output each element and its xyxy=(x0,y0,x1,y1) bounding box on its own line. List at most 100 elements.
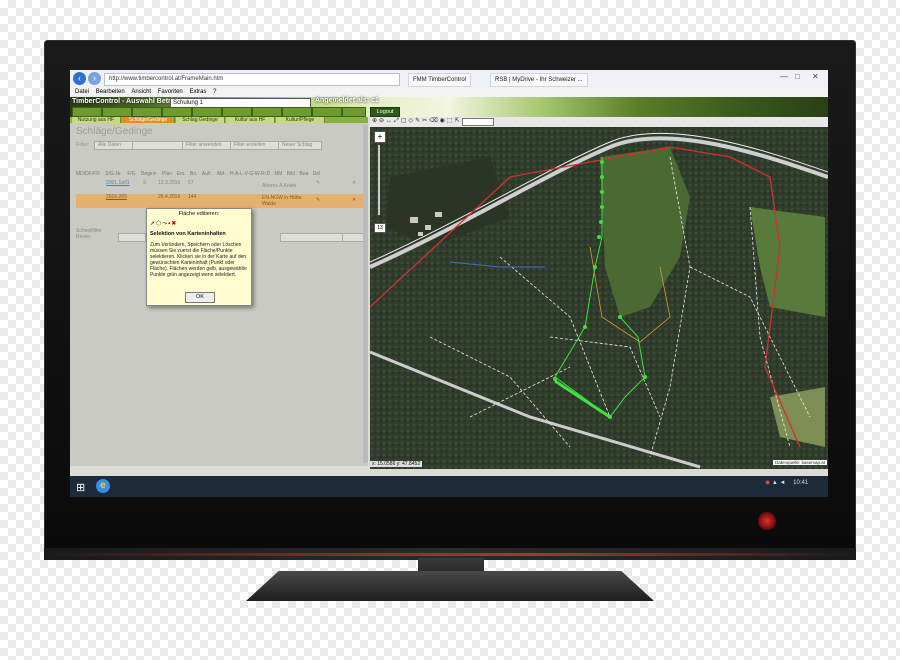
nav-tab-3[interactable] xyxy=(132,107,162,117)
quick-filter-button[interactable] xyxy=(342,233,364,242)
nav-tab-6[interactable] xyxy=(222,107,252,117)
layer-select[interactable] xyxy=(462,118,494,126)
row-date: 13.3.2016 xyxy=(158,180,181,186)
row-id[interactable]: 2001.1a01 xyxy=(106,180,130,186)
internet-explorer-icon[interactable]: e xyxy=(96,479,110,493)
nav-tab-4[interactable] xyxy=(162,107,192,117)
row-fg: S xyxy=(143,180,147,186)
back-icon[interactable]: ‹ xyxy=(73,72,86,85)
col-del: Del xyxy=(312,171,321,177)
col-halv: H-A-L-V-G-W-R-D xyxy=(229,171,271,177)
power-led-icon xyxy=(758,512,776,530)
delete-shape-icon[interactable]: ✖ xyxy=(171,221,177,227)
nav-tab-7[interactable] xyxy=(252,107,282,117)
filter-label: Filter: xyxy=(76,142,90,148)
menu-datei[interactable]: Datei xyxy=(75,89,89,95)
row-plan: 144 xyxy=(188,194,197,200)
tab-mydrive[interactable]: RSB | MyDrive - Ihr Schweizer ... xyxy=(490,73,588,87)
zoom-control[interactable]: + 13 xyxy=(374,131,386,233)
zoom-slider[interactable] xyxy=(378,145,380,215)
tab-timbercontrol[interactable]: FMM TimberControl xyxy=(408,73,472,87)
row-owner: EN-NGW in Hütte Walde xyxy=(262,195,302,207)
row-date: 26.4.2016 xyxy=(158,194,181,200)
schnellfilter-label: Schnellfilter Revier xyxy=(76,228,102,240)
nav-tab-2[interactable] xyxy=(102,107,132,117)
edit-icon[interactable]: ✎ xyxy=(316,180,320,186)
col-bild: Bild xyxy=(286,171,295,177)
row-plan: 57 xyxy=(188,180,194,186)
delete-icon[interactable]: ✕ xyxy=(352,197,356,203)
new-schlag-button[interactable]: Neuer Schlag xyxy=(278,141,322,150)
zoom-in-icon[interactable]: + xyxy=(374,131,386,143)
map-canvas[interactable] xyxy=(370,117,828,469)
menu-bearbeiten[interactable]: Bearbeiten xyxy=(96,89,125,95)
nav-tab-5[interactable] xyxy=(192,107,222,117)
user-label: Angemeldet als: c1 xyxy=(315,97,379,104)
dialog-body: Zum Verändern, Speichern oder Löschen mü… xyxy=(150,242,247,278)
col-bri: Bri. xyxy=(190,171,198,177)
nav-tab-9[interactable] xyxy=(312,107,342,117)
row-id[interactable]: 2016.265 xyxy=(106,194,127,200)
filter-dropdown[interactable] xyxy=(132,141,186,150)
col-bea: Bea xyxy=(299,171,309,177)
minimize-icon[interactable]: — xyxy=(780,72,788,81)
browser-menu-bar: Datei Bearbeiten Ansicht Favoriten Extra… xyxy=(70,88,828,97)
system-tray: ◉ ▲ ◄ 10:41 xyxy=(765,479,808,486)
row-owner: Ahrens A.Kniek xyxy=(262,183,297,189)
col-fg: F/G xyxy=(127,171,136,177)
filter-apply-button[interactable]: Filter anwenden xyxy=(182,141,234,150)
monitor-glow xyxy=(44,553,856,556)
screen: ‹ › http://www.timbercontrol.at/FrameMai… xyxy=(70,70,828,497)
panel-title: Schläge/Gedinge xyxy=(76,126,153,137)
delete-icon[interactable]: ✕ xyxy=(352,180,356,186)
edit-area-dialog: Fläche editieren: ➚⬠⤳▪✖ Selektion von Ka… xyxy=(146,208,252,306)
map-toolbar: ⊕⊖↔⤢▢◇✎✂⌫◉⬚⇱ xyxy=(370,117,828,127)
clock[interactable]: 10:41 xyxy=(793,480,808,486)
browser-address-bar: ‹ › http://www.timbercontrol.at/FrameMai… xyxy=(70,70,828,89)
map-attribution: Datenquelle: basemap.at xyxy=(773,460,828,465)
filter-create-button[interactable]: Filter erstellen xyxy=(230,141,282,150)
dialog-title: Fläche editieren: xyxy=(178,211,220,217)
network-icon[interactable]: ▲ xyxy=(772,480,778,486)
coordinate-readout: x: 15.0586 y: 47.8452 xyxy=(370,461,423,467)
filter-select[interactable]: Alle Daten xyxy=(94,141,136,150)
ok-button[interactable]: OK xyxy=(185,292,215,303)
windows-start-icon[interactable]: ⊞ xyxy=(76,481,85,494)
edit-icon[interactable]: ✎ xyxy=(316,197,320,203)
menu-help[interactable]: ? xyxy=(213,89,216,95)
zoom-level: 13 xyxy=(374,223,386,233)
col-nm: NM xyxy=(274,171,283,177)
forward-icon[interactable]: › xyxy=(88,72,101,85)
col-beginn: Beginn xyxy=(141,171,157,177)
menu-extras[interactable]: Extras xyxy=(189,89,206,95)
url-field[interactable]: http://www.timbercontrol.at/FrameMain.ht… xyxy=(104,73,400,86)
close-icon[interactable]: ✕ xyxy=(812,72,819,81)
speaker-icon[interactable]: ◄ xyxy=(780,480,786,486)
col-ern: Ern. xyxy=(176,171,186,177)
table-row-selected[interactable]: 2016.265 26.4.2016 144 EN-NGW in Hütte W… xyxy=(76,194,364,208)
quick-filter-select[interactable] xyxy=(280,233,348,242)
col-sg: S/G-Nr. xyxy=(105,171,122,177)
menu-ansicht[interactable]: Ansicht xyxy=(131,89,151,95)
table-header: MD/DF/FR S/G-Nr. F/G Beginn Plan Ern. Br… xyxy=(76,170,364,178)
col-plan: Plan xyxy=(162,171,173,177)
dialog-toolbar: ➚⬠⤳▪✖ xyxy=(150,220,177,228)
map-view[interactable]: ⊕⊖↔⤢▢◇✎✂⌫◉⬚⇱ + 13 xyxy=(370,117,828,469)
nav-tab-1[interactable] xyxy=(72,107,102,117)
col-md: MD/DF/FR xyxy=(76,171,100,177)
menu-favoriten[interactable]: Favoriten xyxy=(158,89,183,95)
nav-tab-8[interactable] xyxy=(282,107,312,117)
nav-tab-10[interactable] xyxy=(342,107,366,117)
security-icon[interactable]: ◉ xyxy=(765,480,770,486)
monitor-stand xyxy=(246,571,654,601)
dialog-heading: Selektion von Karteninhalten xyxy=(150,231,226,237)
col-aufr: Aufr. xyxy=(201,171,213,177)
col-abf: Abf. xyxy=(216,171,226,177)
table-row[interactable]: 2001.1a01 S 13.3.2016 57 Ahrens A.Kniek … xyxy=(76,180,364,192)
logout-button[interactable]: Logout xyxy=(370,107,400,117)
maximize-icon[interactable]: □ xyxy=(795,72,800,81)
panel-scrollbar[interactable] xyxy=(363,125,368,463)
map-tools-icons[interactable]: ⊕⊖↔⤢▢◇✎✂⌫◉⬚⇱ xyxy=(372,117,462,125)
revier-select[interactable] xyxy=(118,233,146,242)
taskbar xyxy=(70,476,828,497)
